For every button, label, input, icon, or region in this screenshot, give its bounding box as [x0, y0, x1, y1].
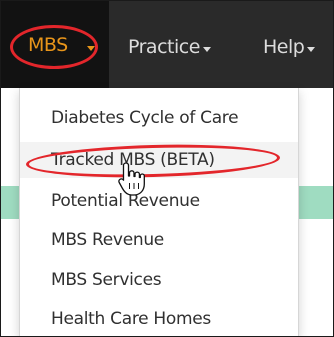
- menu-item-mbs-services[interactable]: MBS Services: [20, 262, 298, 298]
- caret-down-icon: [202, 46, 211, 52]
- nav-item-help-label: Help: [263, 36, 305, 58]
- menu-item-potential-revenue[interactable]: Potential Revenue: [20, 183, 298, 219]
- menu-item-label: MBS Services: [51, 270, 162, 290]
- nav-item-practice-label: Practice: [128, 36, 200, 58]
- top-navbar: MBS Practice Help: [1, 1, 333, 88]
- caret-down-icon: [307, 46, 316, 52]
- page-teal-strip: [1, 186, 19, 219]
- menu-item-label: Diabetes Cycle of Care: [51, 108, 239, 128]
- menu-item-health-care-homes[interactable]: Health Care Homes: [20, 301, 298, 336]
- menu-item-label: Health Care Homes: [51, 309, 211, 329]
- nav-item-help[interactable]: Help: [263, 30, 316, 64]
- hand-pointer-cursor-icon: [118, 162, 145, 196]
- menu-item-label: MBS Revenue: [51, 230, 164, 250]
- mbs-dropdown-menu: Diabetes Cycle of Care Tracked MBS (BETA…: [19, 88, 299, 336]
- highlight-circle-annotation: [10, 25, 98, 69]
- nav-item-practice[interactable]: Practice: [128, 30, 211, 64]
- screenshot-frame: MBS Practice Help Diabetes Cycle of Care…: [0, 0, 334, 337]
- page-teal-strip: [297, 186, 333, 219]
- nav-item-mbs[interactable]: MBS: [1, 1, 109, 88]
- menu-item-mbs-revenue[interactable]: MBS Revenue: [20, 222, 298, 258]
- menu-item-diabetes-cycle-of-care[interactable]: Diabetes Cycle of Care: [20, 100, 298, 136]
